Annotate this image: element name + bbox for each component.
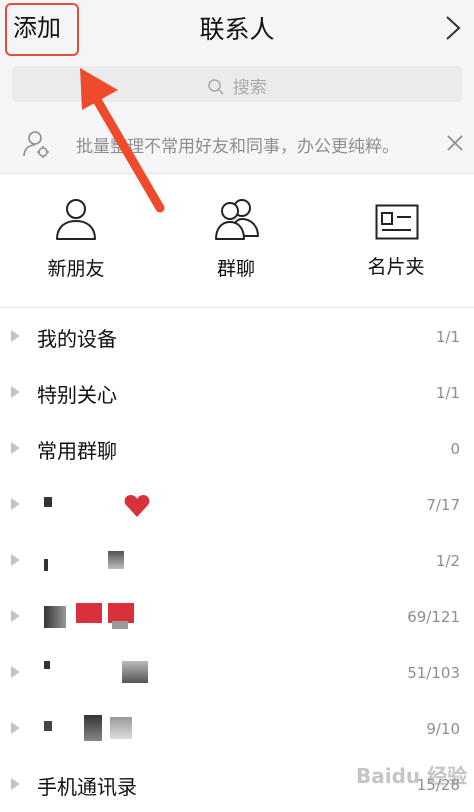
expand-arrow-icon	[11, 778, 20, 790]
contact-manage-icon	[23, 131, 49, 158]
expand-arrow-icon	[11, 386, 20, 398]
group-name: 手机通讯录	[37, 775, 137, 799]
group-count: 51/103	[407, 664, 460, 682]
card-icon	[375, 204, 419, 240]
new-friends-label: 新朋友	[47, 258, 105, 280]
group-row[interactable]: 7/17	[0, 477, 474, 533]
expand-arrow-icon	[11, 442, 20, 454]
group-name: 特别关心	[37, 383, 117, 407]
watermark: Baidu 经验	[356, 764, 468, 788]
tip-banner[interactable]: 批量整理不常用好友和同事，办公更纯粹。	[0, 112, 474, 174]
expand-arrow-icon	[11, 666, 20, 678]
blurred-name-icon	[44, 559, 48, 571]
group-row[interactable]: 1/2	[0, 533, 474, 589]
blurred-name-icon	[112, 621, 128, 629]
group-count: 1/2	[435, 552, 460, 570]
blurred-name-icon	[44, 606, 66, 628]
group-row[interactable]: 我的设备 1/1	[0, 309, 474, 365]
group-row[interactable]: 常用群聊 0	[0, 421, 474, 477]
expand-arrow-icon	[11, 610, 20, 622]
person-icon	[56, 199, 96, 240]
blurred-name-icon	[108, 551, 124, 569]
expand-arrow-icon	[11, 722, 20, 734]
blurred-name-icon	[84, 715, 102, 741]
group-icon	[215, 199, 259, 240]
blurred-name-icon	[76, 603, 102, 623]
header: 添加 联系人	[0, 0, 474, 56]
expand-arrow-icon	[11, 498, 20, 510]
group-name: 常用群聊	[37, 439, 117, 463]
blurred-name-icon	[122, 661, 148, 683]
search-icon	[208, 79, 224, 95]
card-holder-label: 名片夹	[367, 256, 425, 278]
group-row[interactable]: 9/10	[0, 701, 474, 757]
tip-text: 批量整理不常用好友和同事，办公更纯粹。	[76, 137, 399, 157]
search-placeholder: 搜索	[232, 78, 267, 98]
group-chat-button[interactable]: 群聊	[176, 174, 296, 308]
group-count: 1/1	[435, 328, 460, 346]
group-row[interactable]: 特别关心 1/1	[0, 365, 474, 421]
quick-actions: 新朋友 群聊 名片夹	[0, 174, 474, 308]
card-holder-button[interactable]: 名片夹	[336, 174, 456, 308]
group-row[interactable]: 69/121	[0, 589, 474, 645]
chevron-right-icon[interactable]	[442, 14, 464, 42]
new-friends-button[interactable]: 新朋友	[16, 174, 136, 308]
blurred-name-icon	[44, 721, 52, 731]
heart-icon	[124, 495, 150, 517]
expand-arrow-icon	[11, 554, 20, 566]
group-count: 69/121	[407, 608, 460, 626]
group-count: 9/10	[426, 720, 460, 738]
group-chat-label: 群聊	[216, 258, 255, 280]
expand-arrow-icon	[11, 330, 20, 342]
contact-group-list: 我的设备 1/1 特别关心 1/1 常用群聊 0 7/17 1/2 69/121	[0, 309, 474, 812]
group-count: 1/1	[435, 384, 460, 402]
close-icon[interactable]	[446, 134, 464, 152]
search-input[interactable]: 搜索	[12, 66, 462, 102]
group-name: 我的设备	[37, 327, 117, 351]
group-count: 0	[450, 440, 460, 458]
page-title: 联系人	[199, 15, 275, 44]
blurred-name-icon	[44, 661, 50, 669]
blurred-name-icon	[44, 497, 52, 507]
blurred-name-icon	[110, 717, 132, 739]
search-bar: 搜索	[0, 56, 474, 112]
group-row[interactable]: 51/103	[0, 645, 474, 701]
blurred-name-icon	[108, 603, 134, 623]
group-count: 7/17	[426, 496, 460, 514]
